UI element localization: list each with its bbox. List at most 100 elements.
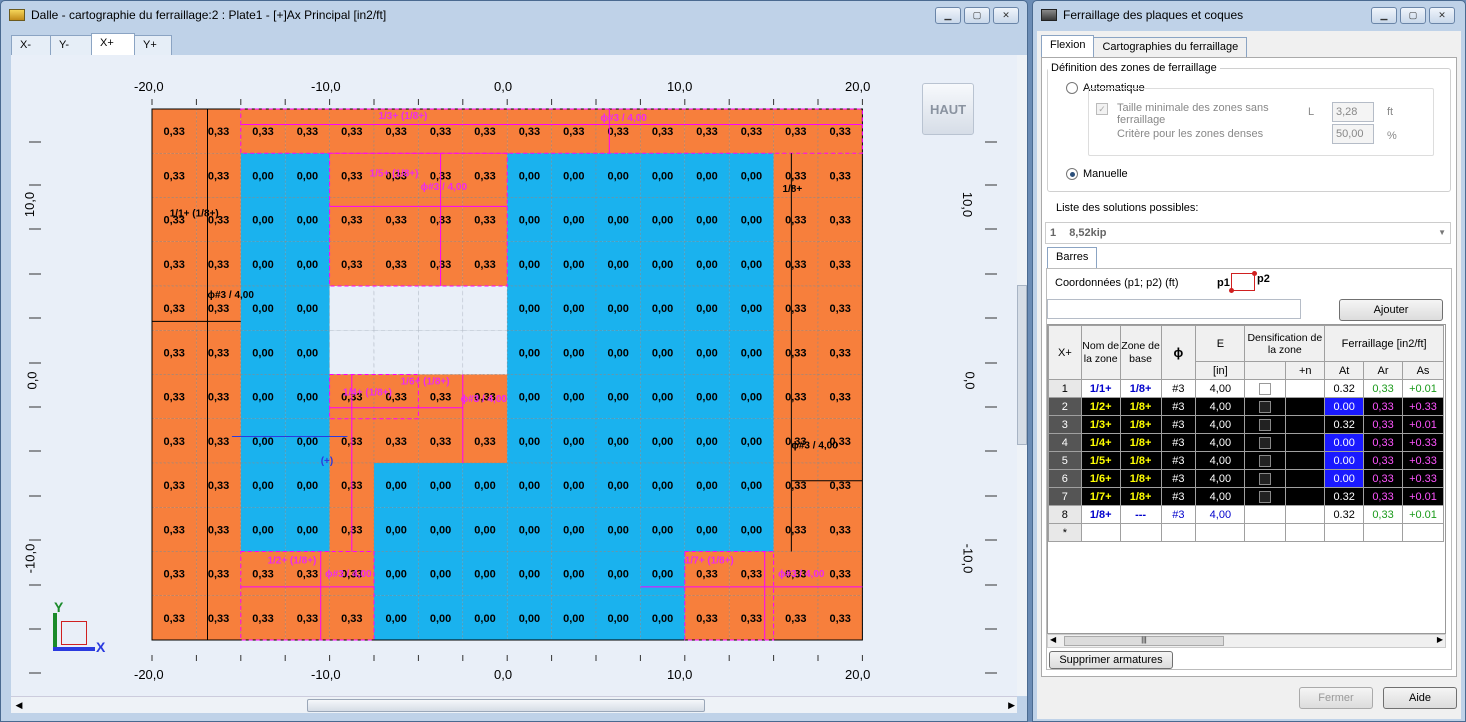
cell-at[interactable]: 0.00 — [1324, 469, 1365, 488]
cell-n[interactable] — [1285, 469, 1326, 488]
cell-n[interactable] — [1285, 397, 1326, 416]
cell-e[interactable]: 4,00 — [1195, 487, 1246, 506]
cell-nom[interactable]: 1/7+ — [1080, 487, 1121, 506]
row-header[interactable]: * — [1048, 523, 1082, 542]
cell-e[interactable]: 4,00 — [1195, 451, 1246, 470]
cell-as[interactable]: +0.33 — [1401, 451, 1445, 470]
dialog-close-button[interactable]: ✕ — [1429, 7, 1455, 24]
table-row[interactable]: 7 1/7+ 1/8+ #3 4,00 0.32 0,33 +0.01 — [1048, 487, 1445, 506]
cell-phi[interactable]: #3 — [1160, 397, 1197, 416]
cell-n[interactable] — [1285, 379, 1326, 398]
map-window-titlebar[interactable]: Dalle - cartographie du ferraillage:2 : … — [1, 1, 1027, 29]
densification-checkbox[interactable] — [1259, 382, 1272, 395]
densification-checkbox[interactable] — [1259, 490, 1272, 503]
tab-y-minus[interactable]: Y- — [50, 35, 92, 55]
cell-ar[interactable]: 0,33 — [1363, 397, 1403, 416]
cell-phi[interactable]: #3 — [1160, 451, 1197, 470]
row-header[interactable]: 1 — [1048, 379, 1082, 398]
manual-radio[interactable]: Manuelle — [1066, 168, 1128, 181]
cell-ar[interactable] — [1363, 523, 1403, 542]
cell-nom[interactable]: 1/5+ — [1080, 451, 1121, 470]
cell-densification[interactable] — [1244, 415, 1287, 434]
dialog-maximize-button[interactable]: ▢ — [1400, 7, 1426, 24]
densification-checkbox[interactable] — [1259, 400, 1272, 413]
table-row[interactable]: 6 1/6+ 1/8+ #3 4,00 0.00 0,33 +0.33 — [1048, 469, 1445, 488]
cell-phi[interactable]: #3 — [1160, 433, 1197, 452]
ajouter-button[interactable]: Ajouter — [1339, 299, 1443, 321]
cell-densification[interactable] — [1244, 505, 1287, 524]
table-row[interactable]: 4 1/4+ 1/8+ #3 4,00 0.00 0,33 +0.33 — [1048, 433, 1445, 452]
cell-phi[interactable]: #3 — [1160, 415, 1197, 434]
cell-zone[interactable]: 1/8+ — [1119, 415, 1162, 434]
table-scroll-thumb[interactable]: ||| — [1064, 636, 1224, 646]
row-header[interactable]: 3 — [1048, 415, 1082, 434]
cell-zone[interactable] — [1119, 523, 1162, 542]
cell-nom[interactable]: 1/1+ — [1080, 379, 1121, 398]
minimize-button[interactable]: ▁ — [935, 7, 961, 24]
densification-checkbox[interactable] — [1259, 436, 1272, 449]
cell-at[interactable] — [1324, 523, 1365, 542]
manual-radio-dot[interactable] — [1066, 168, 1078, 181]
fermer-button[interactable]: Fermer — [1299, 687, 1373, 709]
densification-checkbox[interactable] — [1259, 454, 1272, 467]
cell-as[interactable]: +0.01 — [1401, 415, 1445, 434]
row-header[interactable]: 6 — [1048, 469, 1082, 488]
cell-phi[interactable]: #3 — [1160, 469, 1197, 488]
cell-zone[interactable]: 1/8+ — [1119, 433, 1162, 452]
table-row[interactable]: 1 1/1+ 1/8+ #3 4,00 0.32 0,33 +0.01 — [1048, 379, 1445, 398]
table-row[interactable]: 3 1/3+ 1/8+ #3 4,00 0.32 0,33 +0.01 — [1048, 415, 1445, 434]
tab-x-minus[interactable]: X- — [11, 35, 51, 55]
dialog-minimize-button[interactable]: ▁ — [1371, 7, 1397, 24]
aide-button[interactable]: Aide — [1383, 687, 1457, 709]
table-row[interactable]: 5 1/5+ 1/8+ #3 4,00 0.00 0,33 +0.33 — [1048, 451, 1445, 470]
cell-ar[interactable]: 0,33 — [1363, 379, 1403, 398]
table-row[interactable]: 8 1/8+ --- #3 4,00 0.32 0,33 +0.01 — [1048, 505, 1445, 524]
table-scroll-left[interactable]: ◀ — [1050, 635, 1056, 644]
cell-as[interactable]: +0.01 — [1401, 505, 1445, 524]
cell-nom[interactable] — [1080, 523, 1121, 542]
table-scroll-right[interactable]: ▶ — [1437, 635, 1443, 644]
densification-checkbox[interactable] — [1259, 472, 1272, 485]
densification-checkbox[interactable] — [1259, 418, 1272, 431]
cell-ar[interactable]: 0,33 — [1363, 415, 1403, 434]
cell-at[interactable]: 0.00 — [1324, 451, 1365, 470]
cell-at[interactable]: 0.32 — [1324, 505, 1365, 524]
supprimer-button[interactable]: Supprimer armatures — [1049, 651, 1173, 669]
cell-ar[interactable]: 0,33 — [1363, 433, 1403, 452]
map-vertical-scrollbar[interactable] — [1017, 55, 1027, 696]
cell-e[interactable]: 4,00 — [1195, 505, 1246, 524]
cell-e[interactable]: 4,00 — [1195, 379, 1246, 398]
auto-radio-dot[interactable] — [1066, 82, 1078, 95]
scroll-thumb[interactable] — [307, 698, 705, 712]
cell-densification[interactable] — [1244, 451, 1287, 470]
scroll-right-arrow[interactable]: ▶ — [1008, 700, 1015, 711]
tab-flexion[interactable]: Flexion — [1041, 35, 1095, 57]
table-row[interactable]: 2 1/2+ 1/8+ #3 4,00 0.00 0,33 +0.33 — [1048, 397, 1445, 416]
cell-as[interactable] — [1401, 523, 1445, 542]
cell-e[interactable] — [1195, 523, 1246, 542]
cell-zone[interactable]: --- — [1119, 505, 1162, 524]
critere-input[interactable]: 50,00 — [1332, 124, 1374, 144]
cell-zone[interactable]: 1/8+ — [1119, 487, 1162, 506]
cell-e[interactable]: 4,00 — [1195, 397, 1246, 416]
table-hscrollbar[interactable]: ◀ ||| ▶ — [1047, 634, 1446, 648]
tab-cartographies[interactable]: Cartographies du ferraillage — [1093, 37, 1248, 57]
cell-zone[interactable]: 1/8+ — [1119, 469, 1162, 488]
cell-n[interactable] — [1285, 523, 1326, 542]
cell-as[interactable]: +0.33 — [1401, 433, 1445, 452]
row-header[interactable]: 4 — [1048, 433, 1082, 452]
cell-nom[interactable]: 1/2+ — [1080, 397, 1121, 416]
cell-phi[interactable]: #3 — [1160, 487, 1197, 506]
cell-n[interactable] — [1285, 505, 1326, 524]
cell-as[interactable]: +0.33 — [1401, 397, 1445, 416]
cell-at[interactable]: 0.32 — [1324, 415, 1365, 434]
cell-zone[interactable]: 1/8+ — [1119, 379, 1162, 398]
vscroll-thumb[interactable] — [1017, 285, 1027, 445]
cell-ar[interactable]: 0,33 — [1363, 487, 1403, 506]
cell-e[interactable]: 4,00 — [1195, 433, 1246, 452]
cell-as[interactable]: +0.01 — [1401, 379, 1445, 398]
cell-at[interactable]: 0.00 — [1324, 397, 1365, 416]
taille-checkbox[interactable]: ✓ — [1096, 103, 1108, 115]
cell-densification[interactable] — [1244, 523, 1287, 542]
reinforcement-map[interactable]: 0,33 0,33 0,33 0,33 0,33 0,33 0,33 0,33 0,33 0,33… — [11, 55, 1017, 696]
